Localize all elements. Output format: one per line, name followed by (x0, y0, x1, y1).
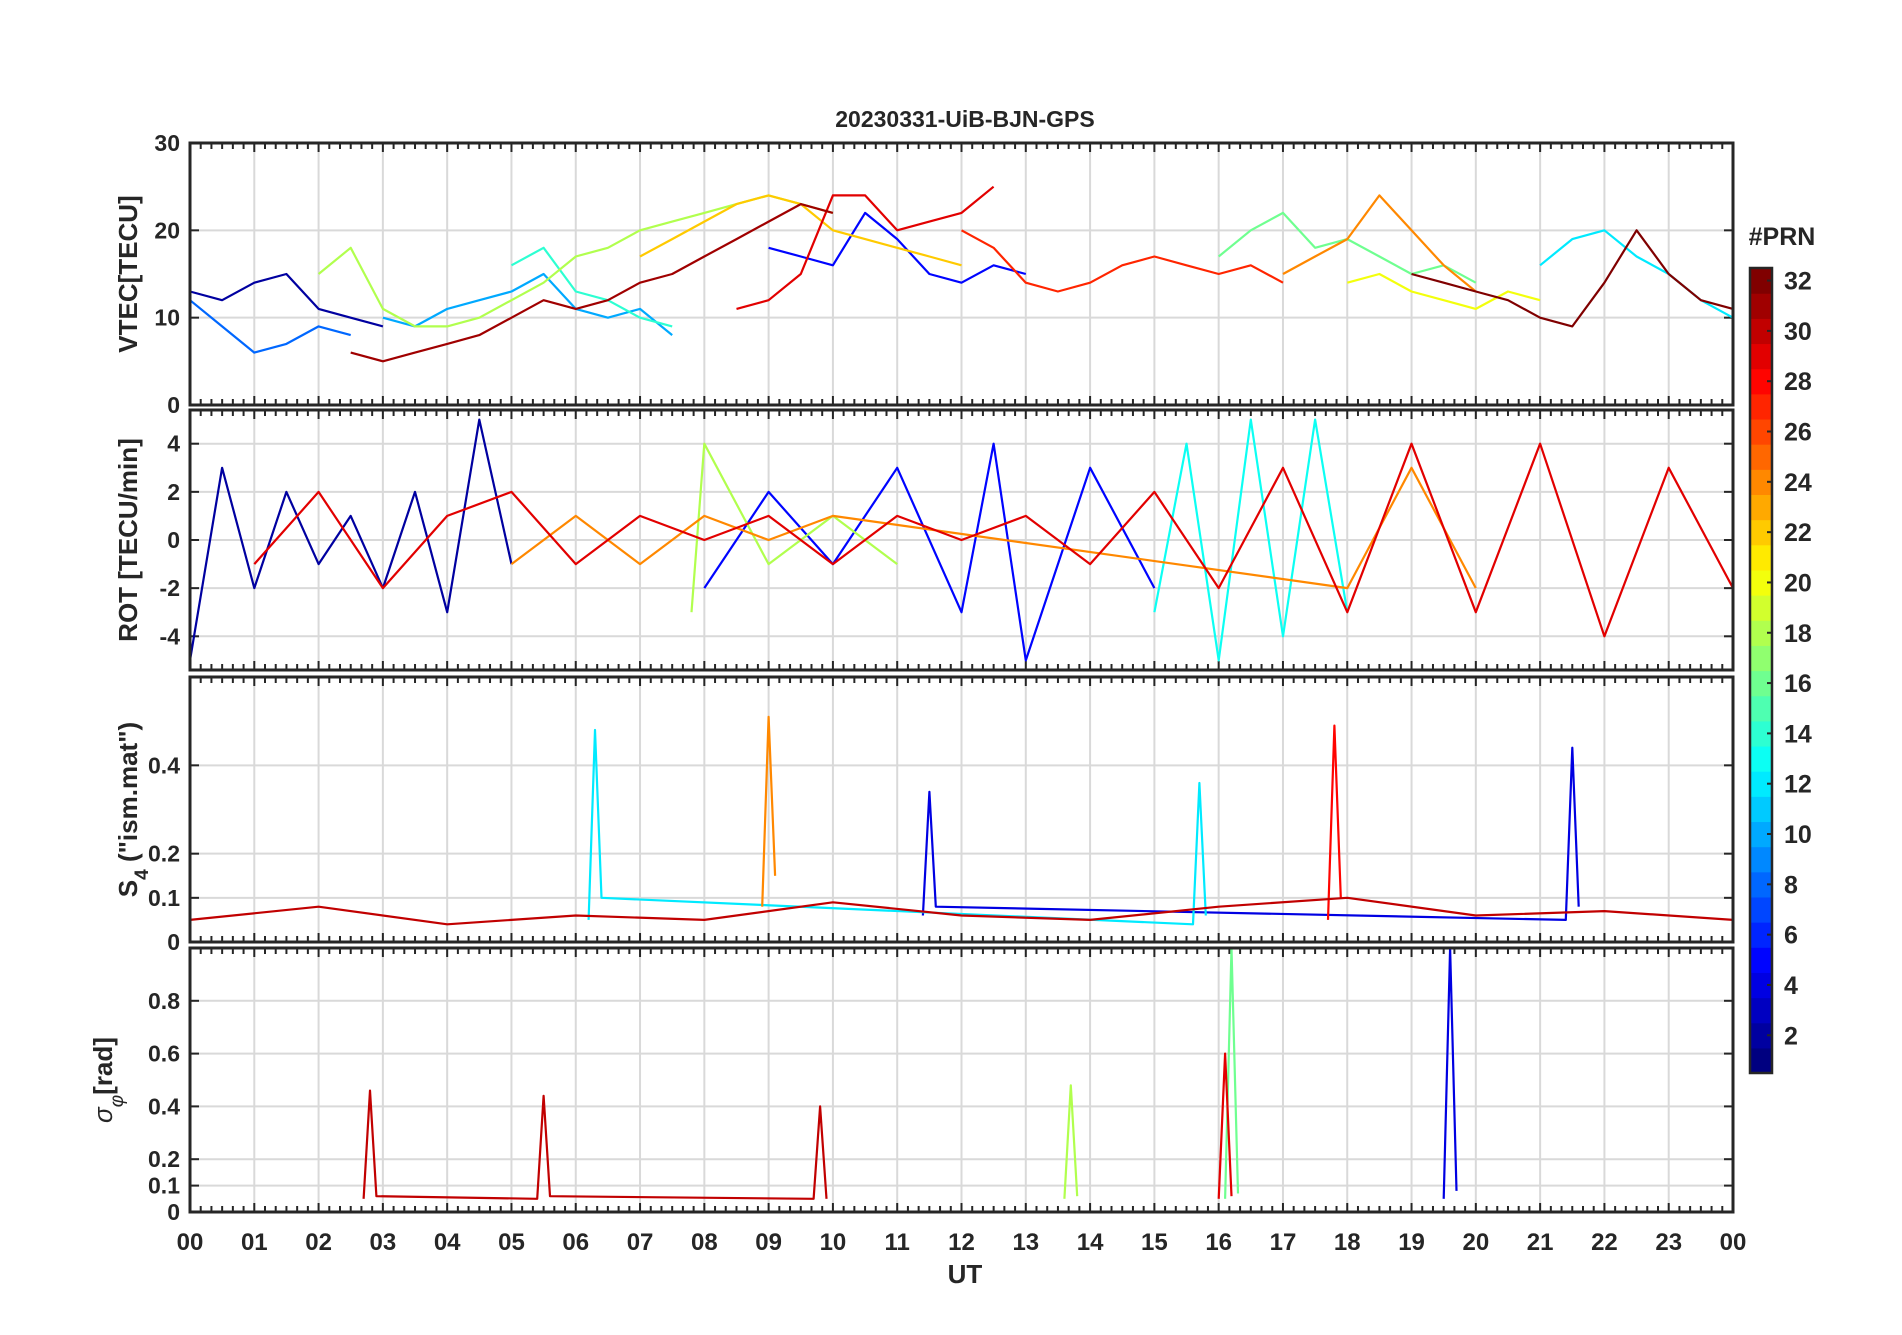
y-tick-label: 30 (154, 130, 180, 156)
colorbar-tick-label: 32 (1784, 268, 1812, 296)
colorbar-segment (1750, 544, 1772, 571)
colorbar-segment (1750, 1047, 1772, 1074)
colorbar-label: #PRN (1749, 223, 1816, 251)
colorbar-tick-label: 20 (1784, 569, 1812, 597)
y-tick-label: -4 (160, 623, 181, 649)
x-tick-label: 13 (1012, 1229, 1039, 1256)
x-axis-label: UT (948, 1259, 983, 1289)
x-tick-label: 20 (1462, 1229, 1489, 1256)
y-axis-label-main: σ (88, 1106, 118, 1123)
colorbar-segment (1750, 645, 1772, 672)
colorbar-segment (1750, 796, 1772, 823)
colorbar-segment (1750, 595, 1772, 621)
chart-figure: 20230331-UiB-BJN-GPS UT #PRN 0 10 20 30 VTEC… (0, 0, 1902, 1330)
colorbar-segment (1750, 393, 1772, 420)
x-tick-label: 01 (241, 1229, 268, 1256)
x-tick-label: 07 (627, 1229, 654, 1256)
colorbar-segment (1750, 494, 1772, 521)
chart-canvas: 20230331-UiB-BJN-GPS UT #PRN 0102030VTEC… (88, 106, 1816, 1289)
x-tick-label: 12 (948, 1229, 975, 1256)
colorbar-tick-label: 26 (1784, 419, 1812, 447)
colorbar-segment (1750, 947, 1772, 973)
x-tick-label: 09 (755, 1229, 782, 1256)
colorbar-segment (1750, 846, 1772, 873)
x-tick-label: 15 (1141, 1229, 1168, 1256)
y-tick-label: 0 (167, 392, 180, 418)
y-axis-label-rest: ("ism.mat") (113, 722, 143, 869)
colorbar-segment (1750, 896, 1772, 923)
y-tick-label: 0.1 (148, 885, 180, 911)
colorbar-tick-label: 22 (1784, 519, 1812, 547)
x-tick-label: 03 (370, 1229, 397, 1256)
y-axis-label-subscript: φ (107, 1095, 128, 1107)
y-tick-label: 0.2 (148, 841, 180, 867)
x-tick-label: 11 (885, 1229, 910, 1256)
y-tick-label: 10 (154, 305, 180, 331)
y-tick-label: 0.2 (148, 1146, 180, 1172)
colorbar-tick-label: 18 (1784, 620, 1812, 648)
colorbar-tick-label: 6 (1784, 922, 1798, 950)
colorbar-tick-label: 14 (1784, 720, 1812, 748)
y-tick-label: 0.4 (148, 1093, 180, 1119)
x-tick-label: 23 (1655, 1229, 1682, 1256)
y-axis-label: σφ[rad] (88, 1037, 128, 1123)
x-tick-label: 17 (1270, 1229, 1297, 1256)
colorbar-tick-label: 2 (1784, 1022, 1798, 1050)
panel-rot: -4 -2 0 2 4 ROT [TECU/min] (113, 408, 1735, 672)
panel-sigma: 00.10.2 0.4 0.6 0.8 σφ[rad] 00 01 02 03 04 05 06 07 0… (88, 946, 1747, 1256)
x-tick-label: 05 (498, 1229, 525, 1256)
y-tick-label: 2 (167, 479, 180, 505)
panel-s4: 00.10.20.4S4 ("ism.mat") (113, 675, 1735, 955)
y-tick-label: 20 (154, 217, 180, 243)
panel-vtec: 0 10 20 30 VTEC[TECU] (113, 130, 1735, 418)
y-tick-label: -2 (160, 575, 180, 601)
x-tick-label: 00 (1720, 1229, 1747, 1256)
x-tick-label: 16 (1205, 1229, 1232, 1256)
colorbar-segment (1750, 293, 1772, 319)
colorbar-segment (1750, 444, 1772, 470)
x-tick-label: 14 (1077, 1229, 1104, 1256)
colorbar-tick-label: 4 (1784, 972, 1798, 1000)
y-tick-label: 0 (167, 527, 180, 553)
y-axis-label-main: S (113, 880, 143, 897)
colorbar-tick-label: 24 (1784, 469, 1812, 497)
chart-title: 20230331-UiB-BJN-GPS (835, 106, 1095, 132)
x-tick-label: 21 (1527, 1229, 1554, 1256)
colorbar-segment (1750, 343, 1772, 370)
colorbar-tick-label: 12 (1784, 771, 1812, 799)
colorbar-segment (1750, 695, 1772, 722)
x-tick-label: 22 (1591, 1229, 1618, 1256)
colorbar-tick-label: 16 (1784, 670, 1812, 698)
x-tick-label: 10 (820, 1229, 847, 1256)
y-tick-label: 0 (167, 929, 180, 955)
colorbar-tick-label: 30 (1784, 318, 1812, 346)
x-tick-label: 08 (691, 1229, 718, 1256)
x-tick-label: 06 (562, 1229, 589, 1256)
y-tick-label: 0 (167, 1199, 180, 1225)
colorbar-tick-label: 8 (1784, 871, 1798, 899)
x-tick-label: 18 (1334, 1229, 1361, 1256)
x-tick-label: 02 (305, 1229, 332, 1256)
x-tick-label: 04 (434, 1229, 461, 1256)
y-axis-label: ROT [TECU/min] (113, 438, 143, 642)
y-tick-label: 0.4 (148, 752, 180, 778)
y-tick-label: 0.8 (148, 988, 180, 1014)
x-tick-label: 00 (177, 1229, 204, 1256)
panels-group: 0102030VTEC[TECU]-4-2024ROT [TECU/min]00… (88, 130, 1746, 1256)
y-axis-label: S4 ("ism.mat") (113, 722, 153, 897)
x-tick-label: 19 (1398, 1229, 1425, 1256)
colorbar-segment (1750, 997, 1772, 1024)
colorbar-tick-label: 10 (1784, 821, 1812, 849)
y-axis-label: VTEC[TECU] (113, 195, 143, 352)
y-tick-label: 4 (167, 431, 180, 457)
colorbar-segment (1750, 745, 1772, 772)
y-tick-label: 0.1 (148, 1173, 180, 1199)
colorbar-tick-label: 28 (1784, 368, 1812, 396)
colorbar: 2468101214161820222426283032 (1748, 266, 1812, 1075)
y-axis-label-rest: [rad] (88, 1037, 118, 1095)
y-axis-label-subscript: 4 (132, 869, 153, 880)
y-tick-label: 0.6 (148, 1041, 180, 1067)
